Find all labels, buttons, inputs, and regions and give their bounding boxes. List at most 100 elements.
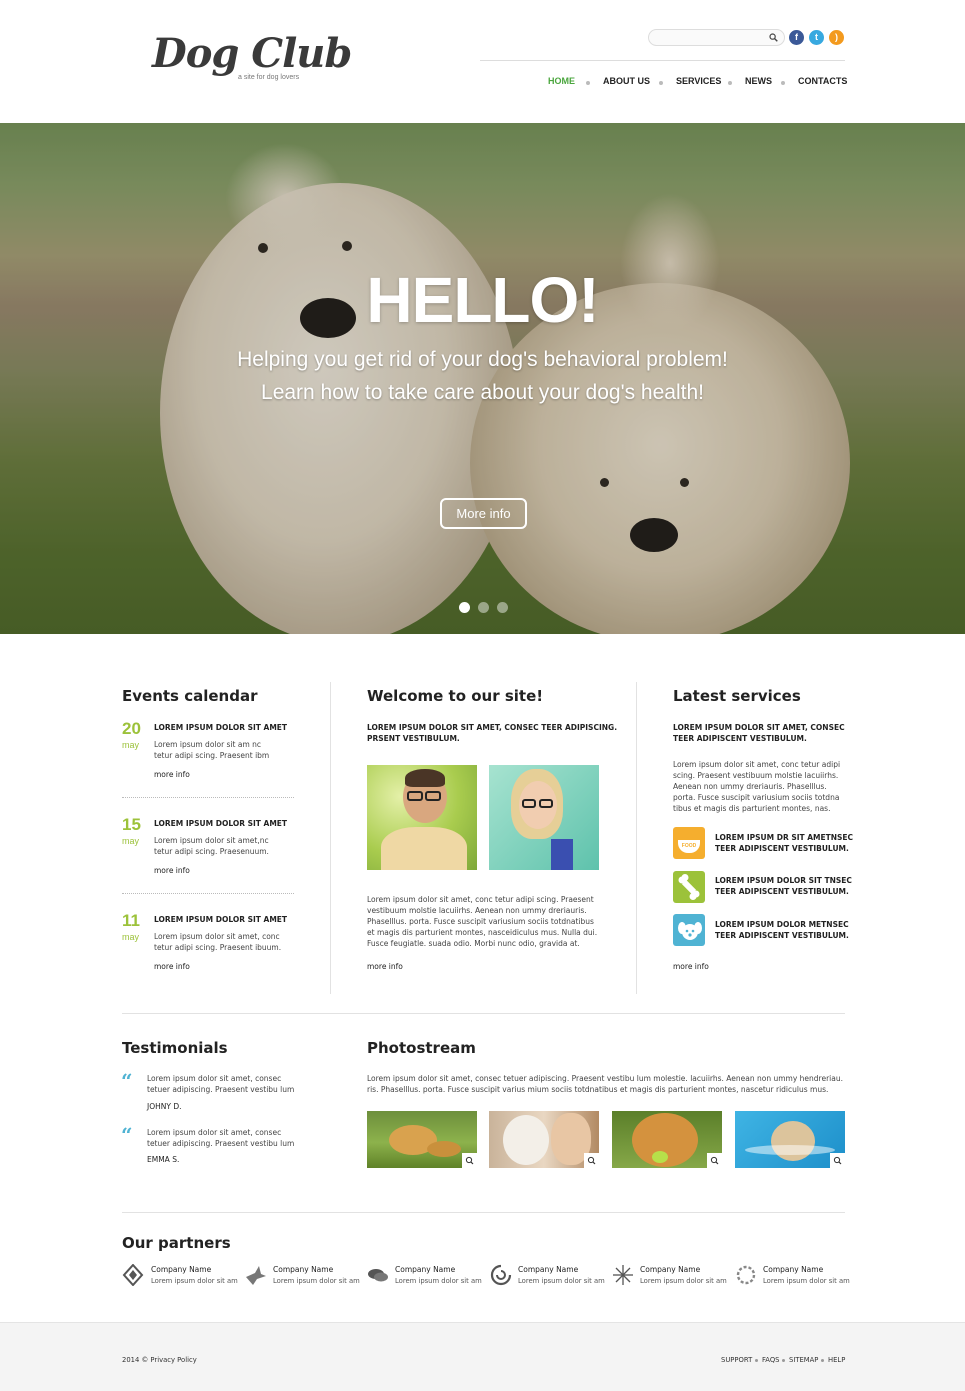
footer-copyright[interactable]: 2014 © Privacy Policy	[122, 1356, 197, 1364]
partner-name: Company Name	[640, 1265, 701, 1274]
services-intro-line: TEER ADIPISCENT VESTIBULUM.	[673, 734, 807, 743]
services-intro-line: LOREM IPSUM DOLOR SIT AMET, CONSEC	[673, 723, 845, 732]
rss-icon[interactable]: )	[829, 30, 844, 45]
ring-logo-icon	[736, 1265, 756, 1285]
slider-dot-3[interactable]	[497, 602, 508, 613]
footer-link-faqs[interactable]: FAQS	[762, 1356, 779, 1364]
hero-more-info-button[interactable]: More info	[440, 498, 527, 529]
event-text-line: Lorem ipsum dolor sit am nc	[154, 740, 262, 749]
testimonial-author: JOHNY D.	[147, 1102, 182, 1111]
services-body-line: scing. Praesent vestibuum molstie lacuii…	[673, 771, 839, 780]
nav-about-us[interactable]: ABOUT US	[603, 76, 650, 86]
column-divider	[330, 682, 331, 994]
speech-bubbles-logo-icon	[368, 1269, 388, 1282]
photostream-text-line: Lorem ipsum dolor sit amet, consec tetue…	[367, 1074, 843, 1083]
event-day: 20	[122, 719, 141, 738]
hero-title: HELLO!	[366, 264, 599, 336]
partner-name: Company Name	[151, 1265, 212, 1274]
partner-name: Company Name	[763, 1265, 824, 1274]
service-item-line: TEER ADIPISCENT VESTIBULUM.	[715, 931, 849, 940]
photostream-thumb-4[interactable]	[735, 1111, 845, 1168]
services-more-info-link[interactable]: more info	[673, 962, 709, 971]
partner-desc: Lorem ipsum dolor sit am	[640, 1277, 727, 1285]
services-body-line: porta. Fusce suscipit variusium sociis t…	[673, 793, 840, 802]
dog-head-icon	[673, 914, 705, 946]
event-text-line: Lorem ipsum dolor sit amet,nc	[154, 836, 269, 845]
footer-link-help[interactable]: HELP	[828, 1356, 845, 1364]
hero-slider: HELLO! Helping you get rid of your dog's…	[0, 123, 965, 634]
welcome-intro-line: PRSENT VESTIBULUM.	[367, 734, 460, 743]
event-text-line: tetur adipi scing. Praesent ibm	[154, 751, 270, 760]
site-logo[interactable]: Dog Club a site for dog lovers	[152, 30, 352, 81]
search-box[interactable]	[648, 29, 785, 46]
event-text-line: tetur adipi scing. Praesenuum.	[154, 847, 269, 856]
nav-separator	[781, 81, 785, 85]
partner-desc: Lorem ipsum dolor sit am	[518, 1277, 605, 1285]
nav-separator	[586, 81, 590, 85]
partners-title: Our partners	[122, 1234, 231, 1252]
partner-desc: Lorem ipsum dolor sit am	[151, 1277, 238, 1285]
partner-name: Company Name	[395, 1265, 456, 1274]
nav-news[interactable]: NEWS	[745, 76, 772, 86]
testimonial-text-line: Lorem ipsum dolor sit amet, consec	[147, 1128, 282, 1137]
diamond-logo-icon	[122, 1264, 144, 1286]
service-item-line: TEER ADIPISCENT VESTIBULUM.	[715, 844, 849, 853]
partner-desc: Lorem ipsum dolor sit am	[395, 1277, 482, 1285]
team-photo-man	[367, 765, 477, 870]
starburst-logo-icon	[613, 1265, 633, 1285]
footer: 2014 © Privacy Policy SUPPORT FAQS SITEM…	[0, 1322, 965, 1391]
footer-link-support[interactable]: SUPPORT	[721, 1356, 752, 1364]
facebook-icon[interactable]: f	[789, 30, 804, 45]
zoom-icon[interactable]	[707, 1153, 722, 1168]
photostream-title: Photostream	[367, 1039, 476, 1057]
event-divider	[122, 797, 294, 798]
partner-desc: Lorem ipsum dolor sit am	[273, 1277, 360, 1285]
search-input[interactable]	[657, 32, 767, 44]
bone-icon	[673, 871, 705, 903]
footer-separator	[755, 1359, 758, 1362]
twitter-icon[interactable]: t	[809, 30, 824, 45]
testimonial-text-line: tetuer adipiscing. Praesent vestibu lum	[147, 1139, 295, 1148]
event-month: may	[122, 836, 140, 846]
services-body-line: Aenean non ummy dreriauris. Phaselllus.	[673, 782, 827, 791]
zoom-icon[interactable]	[462, 1153, 477, 1168]
nav-contacts[interactable]: CONTACTS	[798, 76, 847, 86]
nav-separator	[659, 81, 663, 85]
photostream-thumb-2[interactable]	[489, 1111, 599, 1168]
logo-tagline: a site for dog lovers	[238, 74, 300, 81]
slider-dot-2[interactable]	[478, 602, 489, 613]
services-title: Latest services	[673, 687, 801, 705]
welcome-body-line: et magis dis parturient montes, nasceidi…	[367, 928, 598, 937]
event-heading: LOREM IPSUM DOLOR SIT AMET	[154, 723, 288, 732]
photostream-thumb-3[interactable]	[612, 1111, 722, 1168]
nav-services[interactable]: SERVICES	[676, 76, 721, 86]
welcome-body-line: Lorem ipsum dolor sit amet, conc tetur a…	[367, 895, 594, 904]
event-divider	[122, 893, 294, 894]
quote-icon: “	[121, 1069, 133, 1093]
event-more-info-link[interactable]: more info	[154, 962, 190, 971]
welcome-body-line: Phaselllus. porta. Fusce suscipit varius…	[367, 917, 594, 926]
zoom-icon[interactable]	[584, 1153, 599, 1168]
zoom-icon[interactable]	[830, 1153, 845, 1168]
nav-home[interactable]: HOME	[548, 76, 575, 86]
event-more-info-link[interactable]: more info	[154, 770, 190, 779]
footer-separator	[782, 1359, 785, 1362]
logo-title: Dog Club	[152, 30, 352, 77]
event-day: 15	[122, 815, 141, 834]
footer-link-sitemap[interactable]: SITEMAP	[789, 1356, 818, 1364]
slider-dot-1[interactable]	[459, 602, 470, 613]
services-body-line: tibus et magis dis parturient montes, na…	[673, 804, 831, 813]
header-divider	[480, 60, 845, 61]
events-title: Events calendar	[122, 687, 258, 705]
partner-name: Company Name	[518, 1265, 579, 1274]
testimonial-author: EMMA S.	[147, 1155, 180, 1164]
event-more-info-link[interactable]: more info	[154, 866, 190, 875]
column-divider	[636, 682, 637, 994]
hero-photo	[0, 123, 965, 634]
testimonial-text-line: Lorem ipsum dolor sit amet, consec	[147, 1074, 282, 1083]
welcome-more-info-link[interactable]: more info	[367, 962, 403, 971]
search-icon[interactable]	[769, 33, 778, 42]
event-text-line: Lorem ipsum dolor sit amet, conc	[154, 932, 280, 941]
testimonial-text-line: tetuer adipiscing. Praesent vestibu lum	[147, 1085, 295, 1094]
photostream-thumb-1[interactable]	[367, 1111, 477, 1168]
